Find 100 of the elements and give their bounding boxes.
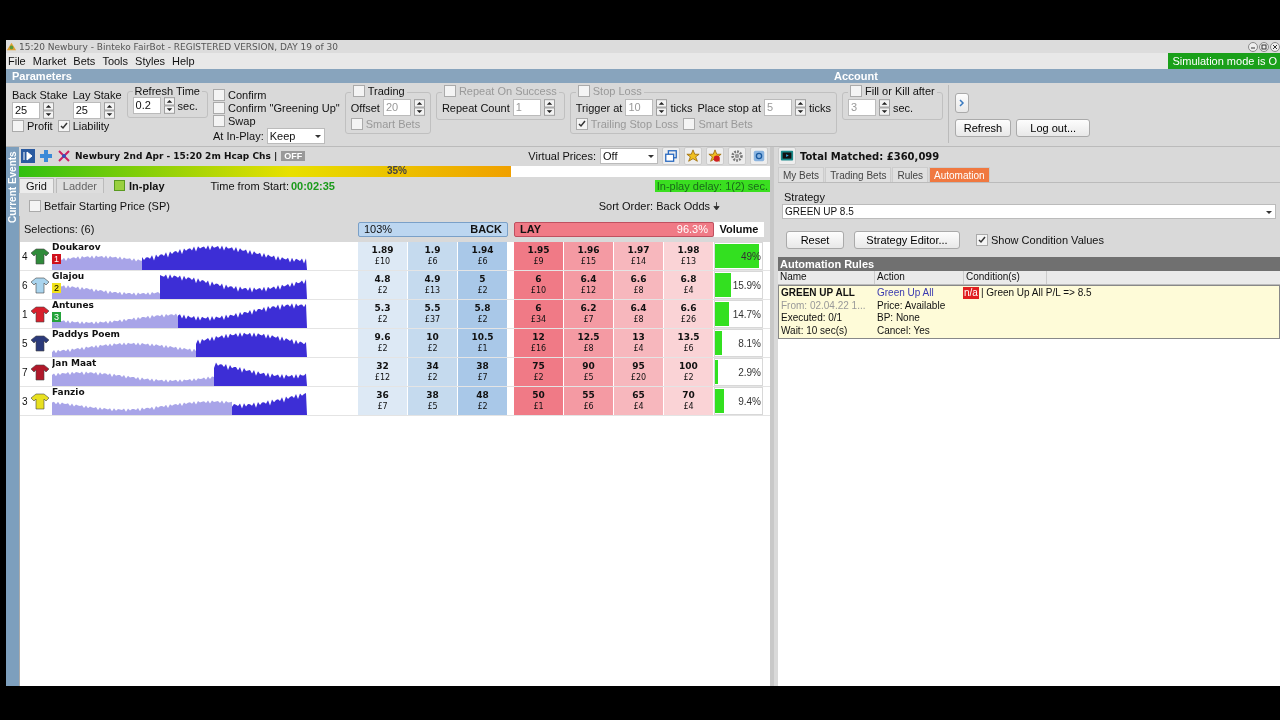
back-price-cell[interactable]: 1.9 £6 (408, 242, 458, 270)
strategy-editor-button[interactable]: Strategy Editor... (854, 231, 960, 249)
menu-item[interactable]: Styles (135, 55, 166, 67)
dropdown[interactable]: Off (600, 148, 658, 164)
back-price-cell[interactable]: 5.5 £37 (408, 300, 458, 328)
lay-price-cell[interactable]: 1.95 £9 (514, 242, 564, 270)
spin-buttons-icon[interactable] (543, 99, 555, 116)
back-price-cell[interactable]: 36 £7 (358, 387, 408, 415)
sort-order-label[interactable]: Sort Order: Back Odds (598, 200, 710, 212)
spin-buttons-icon[interactable] (43, 102, 54, 119)
spin-buttons-icon[interactable] (879, 99, 890, 116)
checkbox[interactable]: Swap (213, 115, 256, 127)
back-price-cell[interactable]: 32 £12 (358, 358, 408, 386)
back-price-cell[interactable]: 38 £7 (458, 358, 508, 386)
menu-item[interactable]: Tools (102, 55, 129, 67)
tv-icon[interactable] (778, 147, 796, 165)
menu-item[interactable]: File (8, 55, 26, 67)
strategy-dropdown[interactable]: GREEN UP 8.5 (782, 204, 1276, 219)
lay-price-cell[interactable]: 6.2 £7 (564, 300, 614, 328)
lay-price-cell[interactable]: 50 £1 (514, 387, 564, 415)
rule-row[interactable]: GREEN UP ALL From: 02.04.22 1... Executed: 0/1 Wait: 10 sec(s) Green Up All Price: Available BP: None Cancel: Yes n/a | Green Up All P/L => 8.5 (778, 285, 1280, 339)
back-price-cell[interactable]: 5.8 £2 (458, 300, 508, 328)
lay-price-cell[interactable]: 75 £2 (514, 358, 564, 386)
lay-price-cell[interactable]: 12.5 £8 (564, 329, 614, 357)
back-price-cell[interactable]: 5 £2 (458, 271, 508, 299)
back-price-cell[interactable]: 1.94 £6 (458, 242, 508, 270)
close-icon[interactable] (1270, 41, 1280, 52)
view-tab[interactable]: Grid (19, 178, 54, 193)
spin-buttons-icon[interactable] (163, 97, 175, 114)
dropdown[interactable]: Keep (266, 128, 325, 144)
panel-tab[interactable]: Rules (892, 167, 929, 182)
restore-icon[interactable] (1259, 41, 1269, 52)
lay-price-cell[interactable]: 6 £10 (514, 271, 564, 299)
lay-price-cell[interactable]: 55 £6 (564, 387, 614, 415)
checkbox[interactable]: Betfair Starting Price (SP) (29, 200, 170, 212)
checkbox[interactable]: Show Condition Values (976, 234, 1104, 246)
lay-price-cell[interactable]: 13.5 £6 (664, 329, 714, 357)
lay-price-cell[interactable]: 1.96 £15 (564, 242, 614, 270)
back-price-cell[interactable]: 4.9 £13 (408, 271, 458, 299)
lay-price-cell[interactable]: 100 £2 (664, 358, 714, 386)
menu-item[interactable]: Help (172, 55, 195, 67)
lay-price-cell[interactable]: 65 £4 (614, 387, 664, 415)
panel-tab[interactable]: My Bets (778, 167, 825, 182)
spin-buttons-icon[interactable] (413, 99, 425, 116)
checkbox[interactable]: Liability (57, 120, 110, 132)
view-tab[interactable]: Ladder (55, 178, 105, 193)
back-price-cell[interactable]: 34 £2 (408, 358, 458, 386)
number-field[interactable]: 25 (12, 102, 40, 119)
number-field[interactable]: 25 (72, 102, 101, 119)
back-price-cell[interactable]: 9.6 £2 (358, 329, 408, 357)
back-price-cell[interactable]: 10.5 £1 (458, 329, 508, 357)
star-icon[interactable] (684, 147, 702, 165)
menu-item[interactable]: Market (32, 55, 67, 67)
reset-button[interactable]: Reset (786, 231, 844, 249)
lay-price-cell[interactable]: 13 £4 (614, 329, 664, 357)
column-header[interactable]: Action (875, 271, 964, 284)
checkbox[interactable]: Confirm "Greening Up" (213, 102, 340, 114)
inplay-checkbox[interactable]: In-play (114, 179, 165, 192)
back-price-cell[interactable]: 5.3 £2 (358, 300, 408, 328)
lay-price-cell[interactable]: 12 £16 (514, 329, 564, 357)
column-header[interactable]: Condition(s) (964, 271, 1047, 284)
back-price-cell[interactable]: 48 £2 (458, 387, 508, 415)
spin-buttons-icon[interactable] (795, 99, 806, 116)
settings-icon[interactable] (728, 147, 746, 165)
lay-price-cell[interactable]: 6.6 £8 (614, 271, 664, 299)
down-arrow-icon[interactable] (713, 201, 720, 211)
lay-price-cell[interactable]: 70 £4 (664, 387, 714, 415)
lay-price-cell[interactable]: 6.8 £4 (664, 271, 714, 299)
checkbox[interactable]: Profit (12, 120, 53, 132)
minimize-icon[interactable] (1248, 41, 1258, 52)
spin-buttons-icon[interactable] (103, 102, 115, 119)
spin-buttons-icon[interactable] (656, 99, 668, 116)
panel-toggle-icon[interactable] (21, 149, 35, 163)
back-price-cell[interactable]: 38 £5 (408, 387, 458, 415)
star-icon[interactable] (706, 147, 724, 165)
checkbox[interactable]: Fill or Kill after (850, 85, 935, 97)
rule-action: Green Up All (877, 287, 935, 300)
checkbox[interactable]: Confirm (213, 89, 267, 101)
back-price-cell[interactable]: 1.89 £10 (358, 242, 408, 270)
checkbox[interactable]: Trading (352, 85, 405, 97)
column-header[interactable]: Name (778, 271, 875, 284)
panel-tab[interactable]: Trading Bets (825, 167, 892, 182)
lay-price-cell[interactable]: 6.6 £26 (664, 300, 714, 328)
lay-price-cell[interactable]: 95 £20 (614, 358, 664, 386)
lay-price-cell[interactable]: 1.98 £13 (664, 242, 714, 270)
logout-button[interactable]: Log out... (1016, 119, 1091, 137)
lay-price-cell[interactable]: 6 £34 (514, 300, 564, 328)
number-field[interactable]: 0.2 (132, 97, 161, 114)
lay-price-cell[interactable]: 1.97 £14 (614, 242, 664, 270)
windows-icon[interactable] (662, 147, 680, 165)
back-price-cell[interactable]: 4.8 £2 (358, 271, 408, 299)
lay-price-cell[interactable]: 6.4 £8 (614, 300, 664, 328)
sync-icon[interactable] (750, 147, 768, 165)
unit-label: sec. (177, 99, 198, 112)
refresh-button[interactable]: Refresh (954, 119, 1012, 137)
back-price-cell[interactable]: 10 £2 (408, 329, 458, 357)
lay-price-cell[interactable]: 90 £5 (564, 358, 614, 386)
lay-price-cell[interactable]: 6.4 £12 (564, 271, 614, 299)
menu-item[interactable]: Bets (73, 55, 96, 67)
chart-cross-icon[interactable] (57, 149, 71, 163)
